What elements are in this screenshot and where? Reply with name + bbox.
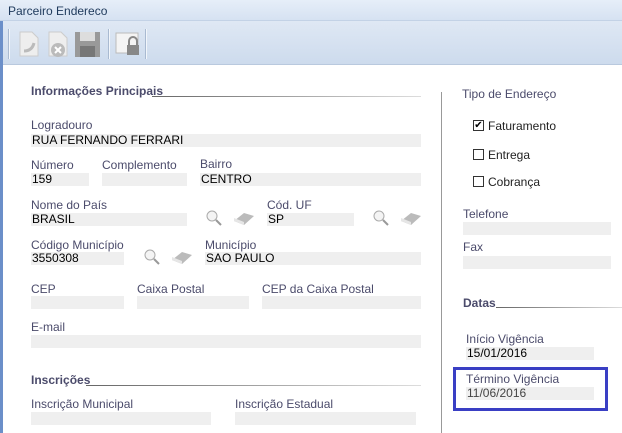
toolbar-separator (145, 29, 147, 59)
window-title: Parceiro Endereco (8, 4, 108, 18)
divider (496, 307, 622, 308)
telefone-label: Telefone (463, 207, 509, 221)
logradouro-label: Logradouro (31, 118, 93, 132)
toolbar-separator (8, 29, 10, 59)
entrega-label: Entrega (488, 148, 531, 162)
window-border (0, 21, 3, 433)
email-label: E-mail (31, 320, 66, 334)
insc-estadual-label: Inscrição Estadual (235, 397, 334, 411)
save-icon[interactable] (72, 29, 102, 59)
section-title: Informações Principais (31, 84, 164, 98)
insc-municipal-field[interactable] (31, 412, 211, 425)
municipio-field[interactable]: SAO PAULO (205, 252, 421, 265)
pais-label: Nome do País (31, 198, 108, 212)
municipio-label: Município (205, 238, 257, 252)
toolbar (0, 21, 622, 65)
uf-field[interactable]: SP (267, 213, 354, 226)
uf-label: Cód. UF (267, 198, 312, 212)
numero-label: Número (31, 158, 74, 172)
tipo-endereco-title: Tipo de Endereço (462, 87, 557, 101)
title-bar: Parceiro Endereco (0, 0, 622, 21)
inscricoes-title: Inscrições (31, 373, 91, 387)
insc-estadual-field[interactable] (235, 412, 416, 425)
eraser-icon[interactable] (232, 210, 254, 226)
search-icon[interactable] (143, 249, 163, 265)
cep-caixa-postal-label: CEP da Caixa Postal (262, 282, 374, 296)
cep-caixa-postal-field[interactable] (262, 296, 421, 309)
caixa-postal-label: Caixa Postal (137, 282, 205, 296)
faturamento-checkbox[interactable]: ✔ (473, 120, 484, 131)
inicio-vigencia-label: Início Vigência (466, 332, 544, 346)
fax-label: Fax (463, 240, 484, 254)
check-icon: ✔ (474, 120, 483, 131)
undo-icon[interactable] (14, 29, 44, 59)
cod-municipio-field[interactable]: 3550308 (31, 252, 124, 265)
cep-field[interactable] (31, 296, 124, 309)
pais-field[interactable]: BRASIL (31, 213, 187, 226)
toolbar-separator (108, 29, 110, 59)
cep-label: CEP (31, 282, 56, 296)
numero-field[interactable]: 159 (31, 173, 89, 186)
insc-municipal-label: Inscrição Municipal (31, 397, 134, 411)
telefone-field[interactable] (463, 222, 611, 235)
divider (86, 385, 421, 386)
vertical-divider (441, 92, 442, 433)
complemento-label: Complemento (102, 158, 177, 172)
cod-municipio-label: Código Município (31, 238, 124, 252)
termino-vigencia-label: Término Vigência (466, 372, 560, 386)
eraser-icon[interactable] (399, 210, 421, 226)
entrega-checkbox[interactable] (473, 149, 484, 160)
cobranca-label: Cobrança (488, 175, 541, 189)
fax-field[interactable] (463, 256, 611, 269)
search-icon[interactable] (372, 210, 392, 226)
termino-vigencia-field[interactable]: 11/06/2016 (466, 387, 594, 400)
caixa-postal-field[interactable] (137, 296, 249, 309)
cancel-icon[interactable] (44, 29, 74, 59)
cobranca-checkbox[interactable] (473, 176, 484, 187)
eraser-icon[interactable] (170, 249, 192, 265)
logradouro-field[interactable]: RUA FERNANDO FERRARI (31, 134, 421, 147)
bairro-label: Bairro (200, 157, 233, 171)
inicio-vigencia-field[interactable]: 15/01/2016 (466, 347, 594, 360)
faturamento-label: Faturamento (488, 119, 557, 133)
divider (152, 96, 421, 97)
email-field[interactable] (31, 335, 421, 348)
lock-icon[interactable] (114, 29, 144, 59)
complemento-field[interactable] (102, 173, 187, 186)
datas-title: Datas (463, 296, 496, 310)
search-icon[interactable] (205, 210, 225, 226)
bairro-field[interactable]: CENTRO (200, 173, 421, 186)
